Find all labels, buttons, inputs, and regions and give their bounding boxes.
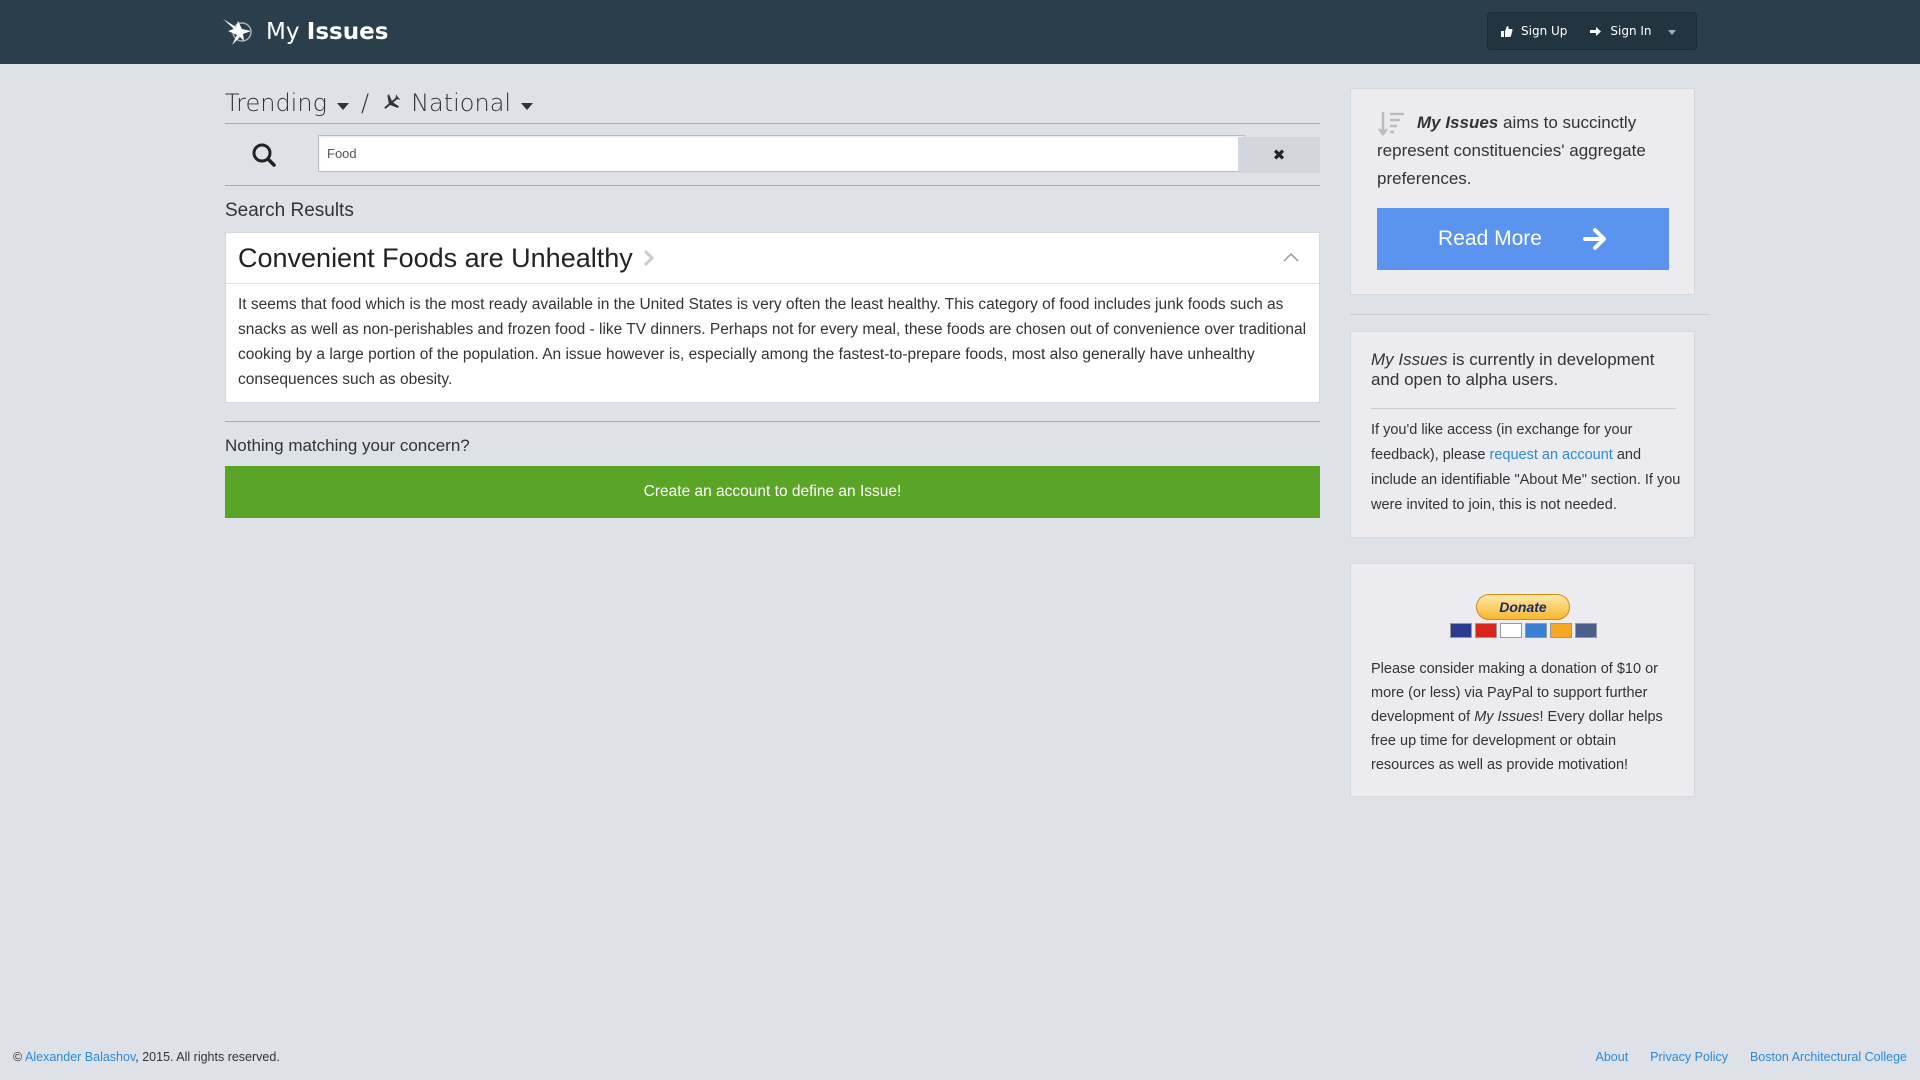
- college-link[interactable]: Boston Architectural College: [1750, 1050, 1907, 1064]
- donate-button[interactable]: Donate: [1476, 594, 1570, 620]
- brand-my: My: [266, 19, 300, 45]
- sign-up-button[interactable]: Sign Up: [1500, 24, 1567, 38]
- footer-copyright: © Alexander Balashov, 2015. All rights r…: [13, 1050, 280, 1064]
- privacy-policy-link[interactable]: Privacy Policy: [1650, 1050, 1728, 1064]
- thumbs-up-icon: [1501, 25, 1513, 37]
- access-info: If you'd like access (in exchange for yo…: [1371, 418, 1681, 518]
- visa-card-icon: [1499, 623, 1522, 638]
- arrow-right-icon: [1582, 228, 1606, 250]
- result-title[interactable]: Convenient Foods are Unhealthy: [238, 243, 633, 274]
- bird-logo-icon: [223, 19, 252, 45]
- chevron-down-icon: [1667, 30, 1676, 35]
- amex-card-icon: [1524, 623, 1547, 638]
- caret-down-icon: [336, 103, 349, 110]
- request-account-link[interactable]: request an account: [1490, 447, 1613, 463]
- auth-button-group: Sign Up Sign In: [1487, 12, 1697, 50]
- payment-cards: [1448, 623, 1598, 638]
- development-panel: My Issues is currently in development an…: [1350, 331, 1695, 538]
- search-results-heading: Search Results: [225, 200, 354, 221]
- national-dropdown[interactable]: National: [381, 88, 534, 117]
- breadcrumb-separator: /: [360, 88, 370, 117]
- sign-in-button[interactable]: Sign In: [1589, 24, 1676, 38]
- development-notice: My Issues is currently in development an…: [1371, 350, 1681, 390]
- airplane-icon: [384, 93, 401, 109]
- chevron-right-icon[interactable]: [643, 249, 655, 267]
- copyright-symbol: ©: [13, 1050, 23, 1064]
- about-panel: My Issues aims to succinctly represent c…: [1350, 88, 1695, 295]
- footer-links: About Privacy Policy Boston Architectura…: [1596, 1050, 1908, 1064]
- donation-panel: Donate Please consider making a donation…: [1350, 563, 1695, 797]
- maestro-card-icon: [1449, 623, 1472, 638]
- caret-down-icon: [521, 103, 534, 110]
- search-icon[interactable]: [251, 142, 277, 168]
- copyright-text: , 2015. All rights reserved.: [135, 1050, 280, 1064]
- mastercard-icon: [1474, 623, 1497, 638]
- chevron-up-icon[interactable]: [1283, 251, 1299, 263]
- read-more-button[interactable]: Read More: [1377, 208, 1669, 270]
- search-bar: ✖: [225, 124, 1320, 186]
- discover-card-icon: [1549, 623, 1572, 638]
- search-input[interactable]: [318, 135, 1245, 172]
- dev-brand: My Issues: [1371, 350, 1448, 369]
- clear-search-button[interactable]: ✖: [1238, 137, 1320, 173]
- create-account-button[interactable]: Create an account to define an Issue!: [225, 466, 1320, 518]
- donation-message: Please consider making a donation of $10…: [1371, 657, 1681, 777]
- paypal-donate: Donate: [1448, 594, 1598, 638]
- trending-dropdown[interactable]: Trending: [225, 89, 349, 117]
- divider: [225, 421, 1320, 422]
- top-navbar: My Issues Sign Up Sign In: [0, 0, 1920, 64]
- main-column: Trending / National ✖ Search Results Con…: [225, 88, 1320, 518]
- trending-label: Trending: [225, 88, 327, 117]
- concern-prompt: Nothing matching your concern?: [225, 436, 470, 455]
- divider: [1371, 408, 1676, 409]
- author-link[interactable]: Alexander Balashov: [25, 1050, 135, 1064]
- sign-in-label: Sign In: [1610, 24, 1652, 38]
- aims-text: My Issues aims to succinctly represent c…: [1377, 109, 1677, 193]
- read-more-label: Read More: [1438, 227, 1542, 250]
- donation-brand: My Issues: [1474, 709, 1540, 725]
- brand[interactable]: My Issues: [220, 10, 388, 54]
- sign-in-icon: [1590, 26, 1602, 36]
- result-card: Convenient Foods are Unhealthy It seems …: [225, 232, 1320, 403]
- brand-issues: Issues: [306, 19, 389, 45]
- breadcrumb: Trending / National: [225, 88, 1320, 124]
- aims-brand: My Issues: [1417, 113, 1499, 132]
- about-link[interactable]: About: [1596, 1050, 1629, 1064]
- result-description: It seems that food which is the most rea…: [238, 296, 1307, 388]
- result-header: Convenient Foods are Unhealthy: [226, 233, 1319, 284]
- national-label: National: [411, 88, 512, 117]
- sidebar-divider: [1350, 314, 1710, 315]
- sign-up-label: Sign Up: [1521, 24, 1568, 38]
- brand-name: My Issues: [266, 19, 388, 45]
- bank-icon: [1574, 623, 1597, 638]
